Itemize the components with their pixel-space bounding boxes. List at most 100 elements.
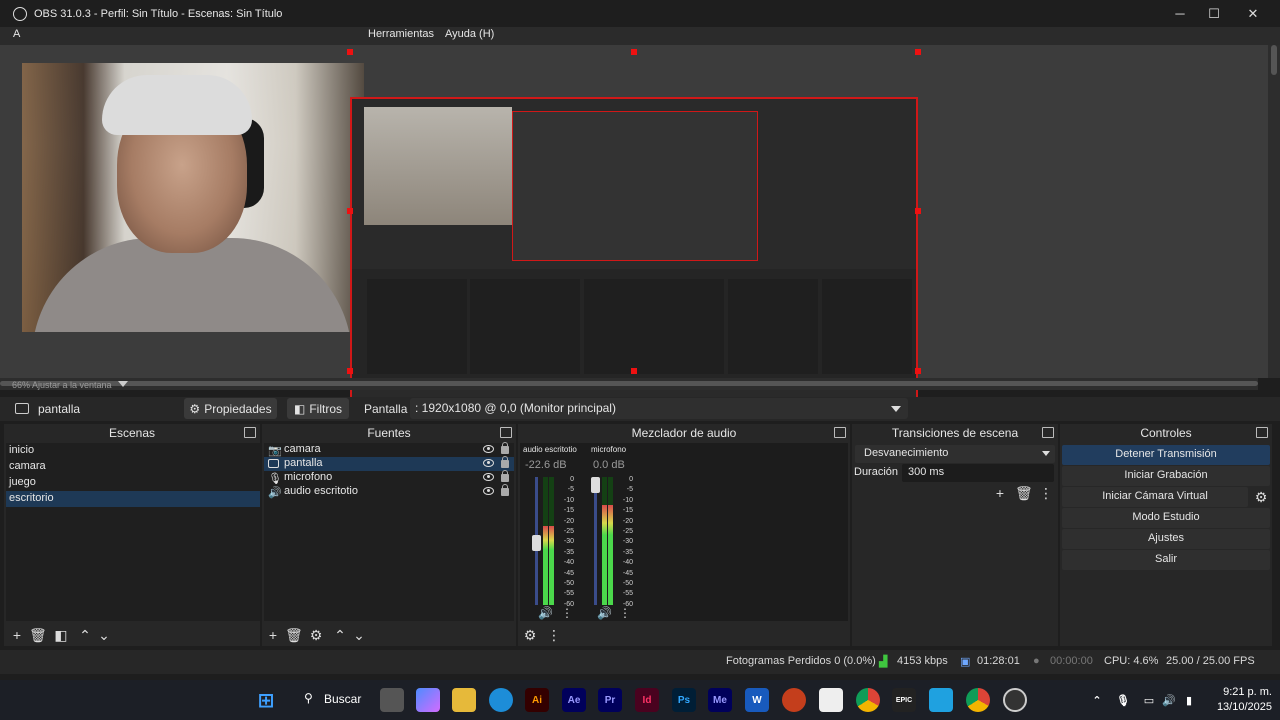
undock-icon[interactable] [1042, 427, 1054, 438]
chrome-icon[interactable] [856, 688, 880, 712]
menu-tools[interactable]: Herramientas [368, 28, 434, 40]
arrow-up-icon[interactable]: ⌃ [332, 627, 348, 643]
volume-fader-knob[interactable] [532, 535, 541, 552]
monitor-select[interactable]: : 1920x1080 @ 0,0 (Monitor principal) [410, 398, 908, 419]
gear-icon[interactable]: ⚙ [308, 627, 324, 643]
taskbar-clock[interactable]: 9:21 p. m. 13/10/2025 [1217, 685, 1272, 715]
app-icon[interactable] [929, 688, 953, 712]
undock-icon[interactable] [244, 427, 256, 438]
db-tick-label: -50 [622, 580, 633, 588]
scene-item-juego[interactable]: juego [6, 475, 260, 491]
scene-item-camara[interactable]: camara [6, 459, 260, 475]
undock-icon[interactable] [1256, 427, 1268, 438]
premiere-icon[interactable]: Pr [598, 688, 622, 712]
lock-icon[interactable] [501, 442, 509, 454]
eye-icon[interactable] [483, 459, 494, 467]
undock-icon[interactable] [500, 427, 512, 438]
arrow-down-icon[interactable]: ⌄ [96, 627, 112, 643]
lock-icon[interactable] [501, 470, 509, 482]
undock-icon[interactable] [834, 427, 846, 438]
scenes-dock: Escenas inicio camara juego escritorio +… [4, 424, 260, 646]
trash-icon[interactable]: 🗑 [285, 627, 303, 643]
trash-icon[interactable]: 🗑 [29, 627, 47, 643]
edge-icon[interactable] [489, 688, 513, 712]
eye-icon[interactable] [483, 487, 494, 495]
webcam-source[interactable] [22, 63, 364, 332]
illustrator-icon[interactable]: Ai [525, 688, 549, 712]
media-encoder-icon[interactable]: Me [708, 688, 732, 712]
filters-button[interactable]: ◧ Filtros [287, 398, 349, 419]
photoshop-icon[interactable]: Ps [672, 688, 696, 712]
scene-item-inicio[interactable]: inicio [6, 443, 260, 459]
stop-streaming-button[interactable]: Detener Transmisión [1062, 445, 1270, 465]
gear-icon[interactable]: ⚙ [1253, 489, 1269, 505]
settings-button[interactable]: Ajustes [1062, 529, 1270, 549]
level-meter [608, 477, 613, 605]
notepad-icon[interactable] [819, 688, 843, 712]
copilot-icon[interactable] [416, 688, 440, 712]
gear-icon[interactable]: ⚙ [522, 627, 538, 643]
scene-item-escritorio[interactable]: escritorio [6, 491, 260, 507]
volume-icon[interactable]: 🔊 [1160, 688, 1178, 712]
maximize-button[interactable]: ☐ [1194, 0, 1234, 27]
task-view-icon[interactable] [380, 688, 404, 712]
source-item-pantalla[interactable]: pantalla [264, 456, 514, 471]
studio-mode-button[interactable]: Modo Estudio [1062, 508, 1270, 528]
start-virtual-camera-button[interactable]: Iniciar Cámara Virtual [1062, 487, 1248, 507]
source-item-audio-escritotio[interactable]: 🔊 audio escritotio [264, 484, 514, 499]
more-options-icon[interactable]: ⋮ [1038, 485, 1054, 501]
scenes-title: Escenas [108, 426, 156, 440]
close-button[interactable]: ✕ [1233, 0, 1273, 27]
webcam-cap [102, 75, 252, 135]
arrow-up-icon[interactable]: ⌃ [77, 627, 93, 643]
start-recording-button[interactable]: Iniciar Grabación [1062, 466, 1270, 486]
duration-input[interactable]: 300 ms [902, 464, 1054, 482]
taskbar-search[interactable]: ⚲ Buscar [296, 688, 368, 712]
source-item-camara[interactable]: 📷 camara [264, 442, 514, 457]
battery-icon[interactable]: ▮ [1180, 688, 1198, 712]
after-effects-icon[interactable]: Ae [562, 688, 586, 712]
more-options-icon[interactable]: ⋮ [546, 627, 562, 643]
menu-help[interactable]: Ayuda (H) [445, 28, 494, 40]
filter-icon[interactable]: ◧ [53, 627, 69, 643]
preview-scrollbar-vertical[interactable] [1268, 45, 1280, 378]
file-explorer-icon[interactable] [452, 688, 476, 712]
trash-icon[interactable]: 🗑 [1015, 485, 1033, 501]
chevron-down-icon [1042, 451, 1050, 456]
eye-icon[interactable] [483, 473, 494, 481]
source-item-microfono[interactable]: 🎙 microfono [264, 470, 514, 485]
word-icon[interactable]: W [745, 688, 769, 712]
exit-button[interactable]: Salir [1062, 550, 1270, 570]
volume-fader-knob[interactable] [591, 477, 600, 493]
camera-icon: 📷 [268, 445, 282, 457]
more-options-icon[interactable]: ⋮ [619, 606, 633, 620]
volume-fader-track[interactable] [594, 477, 597, 605]
preview-scrollbar-horizontal[interactable] [0, 378, 1258, 390]
speaker-icon[interactable]: 🔊 [597, 606, 612, 620]
network-icon[interactable]: ▭ [1140, 688, 1158, 712]
speaker-icon[interactable]: 🔊 [538, 606, 553, 620]
indesign-icon[interactable]: Id [635, 688, 659, 712]
chevron-up-icon[interactable]: ⌃ [1088, 688, 1106, 712]
preview-canvas[interactable] [0, 45, 1268, 417]
lock-icon[interactable] [501, 484, 509, 496]
chrome-icon[interactable] [966, 688, 990, 712]
mixer-channels: audio escritotio -22.6 dB 0 -5 -10 -15 -20 -2… [520, 443, 848, 621]
add-icon[interactable]: + [265, 627, 281, 643]
zoom-dropdown-icon[interactable] [118, 381, 128, 387]
menu-partial[interactable]: A [13, 28, 20, 40]
powerpoint-icon[interactable] [782, 688, 806, 712]
audio-mixer-dock: Mezclador de audio audio escritotio -22.… [518, 424, 850, 646]
add-icon[interactable]: + [992, 485, 1008, 501]
obs-icon[interactable] [1003, 688, 1027, 712]
properties-button[interactable]: ⚙ Propiedades [184, 398, 277, 419]
microphone-icon[interactable]: 🎙 [1114, 688, 1132, 712]
transition-select[interactable]: Desvanecimiento [855, 445, 1055, 463]
windows-start-icon[interactable]: ⊞ [254, 688, 278, 712]
arrow-down-icon[interactable]: ⌄ [351, 627, 367, 643]
epic-games-icon[interactable]: EPIC [892, 688, 916, 712]
add-icon[interactable]: + [9, 627, 25, 643]
lock-icon[interactable] [501, 456, 509, 468]
eye-icon[interactable] [483, 445, 494, 453]
more-options-icon[interactable]: ⋮ [561, 606, 575, 620]
